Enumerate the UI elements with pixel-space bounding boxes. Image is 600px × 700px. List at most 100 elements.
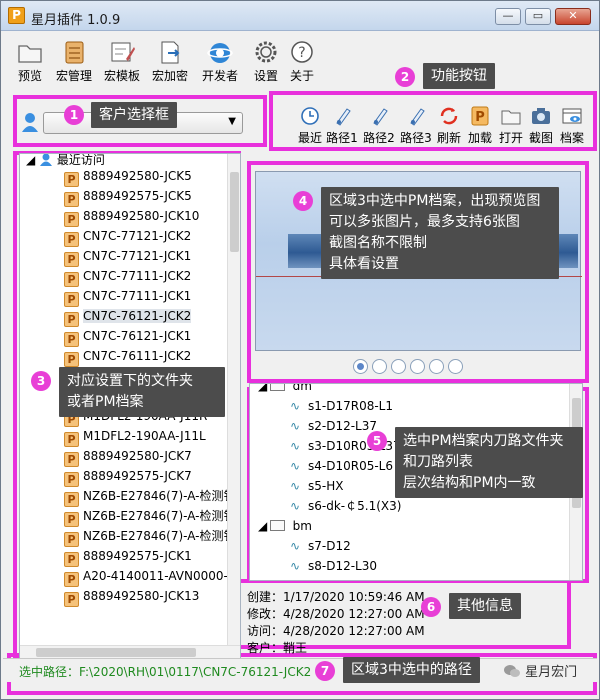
toolpath-item[interactable]: ∿ s8-D12-L30 <box>290 556 377 576</box>
folder-icon <box>269 520 285 531</box>
tree-item-label: 8889492575-JCK5 <box>83 189 192 203</box>
toolpath-label: s1-D17R08-L1 <box>308 399 393 413</box>
pager-dot[interactable] <box>391 359 406 374</box>
toolpath-icon: ∿ <box>290 499 301 513</box>
recent-button[interactable]: 最近 <box>292 105 328 146</box>
tree-item-label: 8889492580-JCK5 <box>83 169 192 183</box>
pm-file-icon: P <box>64 232 79 247</box>
file-info: 创建：1/17/2020 10:59:46 AM 修改：4/28/2020 12… <box>247 589 425 657</box>
path2-button[interactable]: 路径2 <box>361 105 397 146</box>
tree-item-label: CN7C-76121-JCK1 <box>83 329 192 343</box>
callout-line: 对应设置下的文件夹 <box>67 373 193 389</box>
tree-item[interactable]: P 8889492575-JCK7 <box>64 466 192 487</box>
tree-item[interactable]: P 8889492580-JCK7 <box>64 446 192 467</box>
expand-triangle-icon: ◢ <box>258 519 268 533</box>
selected-path: 选中路径：F:\2020\RH\01\0117\CN7C-76121-JCK2 <box>19 665 312 679</box>
pm-file-icon: P <box>64 332 79 347</box>
macro-encrypt-icon <box>156 39 184 65</box>
macro-manager-button[interactable]: 宏管理 <box>51 37 97 84</box>
tree-item[interactable]: P CN7C-76121-JCK1 <box>64 326 192 347</box>
toolpath-item[interactable]: ∿ s2-D12-L37 <box>290 416 377 436</box>
toolpath-label: s5-HX <box>308 479 344 493</box>
toolpath-item[interactable]: ∿ s7-D12 <box>290 536 351 556</box>
macro-template-icon <box>108 39 136 65</box>
maximize-button[interactable]: ▭ <box>525 8 551 25</box>
archive-button[interactable]: 档案 <box>554 105 590 146</box>
tree-item[interactable]: P CN7C-77111-JCK2 <box>64 266 192 287</box>
path3-button[interactable]: 路径3 <box>398 105 434 146</box>
tree-item[interactable]: P CN7C-76111-JCK2 <box>64 346 191 367</box>
toolpath-folder-label: dm <box>292 383 312 393</box>
pm-file-icon: P <box>64 352 79 367</box>
minimize-button[interactable]: — <box>495 8 521 25</box>
toolpath-item[interactable]: ∿ s5-HX <box>290 476 343 496</box>
tree-item[interactable]: P 8889492580-JCK13 <box>64 586 199 607</box>
toolpath-item[interactable]: ∿ s4-D10R05-L6 <box>290 456 393 476</box>
pm-file-icon: P <box>64 172 79 187</box>
preview-button[interactable]: 预览 <box>7 37 53 84</box>
tree-horizontal-scrollbar[interactable] <box>20 645 240 658</box>
path1-button[interactable]: 路径1 <box>324 105 360 146</box>
toolpath-item[interactable]: ∿ s1-D17R08-L1 <box>290 396 393 416</box>
developer-button[interactable]: 开发者 <box>197 37 243 84</box>
toolpath-item[interactable]: ∿ s6-dk-￠5.1(X3) <box>290 496 401 516</box>
scroll-thumb[interactable] <box>230 172 239 252</box>
toolpath-label: s4-D10R05-L6 <box>308 459 393 473</box>
tree-item[interactable]: P CN7C-77121-JCK1 <box>64 246 191 267</box>
tree-item[interactable]: P 8889492580-JCK5 <box>64 166 192 187</box>
tree-item[interactable]: P A20-4140011-AVN0000- <box>64 566 228 587</box>
pm-file-icon: P <box>64 472 79 487</box>
tree-item[interactable]: P NZ6B-E27846(7)-A-检测钅 <box>64 486 236 507</box>
tree-item[interactable]: P NZ6B-E27846(7)-A-检测钅 <box>64 506 236 527</box>
tree-item-label: CN7C-77111-JCK2 <box>83 269 192 283</box>
toolpath-folder[interactable]: ◢ dm <box>258 383 312 396</box>
tree-item[interactable]: P CN7C-77121-JCK2 <box>64 226 191 247</box>
tree-vertical-scrollbar[interactable] <box>227 154 240 646</box>
info-modified: 修改：4/28/2020 12:27:00 AM <box>247 607 425 621</box>
info-created: 创建：1/17/2020 10:59:46 AM <box>247 590 425 604</box>
pager-dot[interactable] <box>429 359 444 374</box>
toolpath-label: s8-D12-L30 <box>308 559 378 573</box>
app-logo-icon: P <box>8 7 25 24</box>
callout-number: 5 <box>367 431 387 451</box>
pm-file-icon: P <box>64 272 79 287</box>
toolpath-icon: ∿ <box>290 399 301 413</box>
macro-encrypt-button[interactable]: 宏加密 <box>147 37 193 84</box>
tree-item[interactable]: P 8889492580-JCK10 <box>64 206 199 227</box>
watermark-text: 星月宏门 <box>525 665 578 680</box>
toolbar-label: 开发者 <box>201 69 238 83</box>
toolpath-label: s2-D12-L37 <box>308 419 378 433</box>
callout-line: 和刀路列表 <box>403 454 473 470</box>
toolpath-folder[interactable]: ◢ bm <box>258 516 312 536</box>
scroll-thumb[interactable] <box>36 648 196 657</box>
tree-item-label: 8889492575-JCK7 <box>83 469 192 483</box>
about-button[interactable]: ? 关于 <box>279 37 325 84</box>
pm-file-icon: P <box>64 492 79 507</box>
folder-open-icon <box>500 105 522 127</box>
tree-item[interactable]: P 8889492575-JCK1 <box>64 546 192 567</box>
chevron-down-icon: ▼ <box>228 116 236 127</box>
pager-dot[interactable] <box>353 359 368 374</box>
svg-text:?: ? <box>298 45 305 61</box>
pm-file-icon: P <box>64 532 79 547</box>
pager-dot[interactable] <box>372 359 387 374</box>
rtb-label: 路径3 <box>400 131 432 145</box>
callout-number: 7 <box>315 661 335 681</box>
path-icon <box>331 105 353 127</box>
tree-item[interactable]: P M1DFL2-190AA-J11L <box>64 426 206 447</box>
tree-item[interactable]: P CN7C-77111-JCK1 <box>64 286 191 307</box>
tree-item[interactable]: P NZ6B-E27846(7)-A-检测钅 <box>64 526 236 547</box>
wechat-icon <box>503 664 521 678</box>
close-button[interactable]: ✕ <box>555 8 591 25</box>
developer-icon <box>206 39 234 65</box>
tree-item[interactable]: P 8889492575-JCK5 <box>64 186 192 207</box>
toolbar-label: 宏模板 <box>103 69 140 83</box>
pager-dot[interactable] <box>448 359 463 374</box>
macro-template-button[interactable]: 宏模板 <box>99 37 145 84</box>
tree-item[interactable]: P CN7C-76121-JCK2 <box>64 306 192 327</box>
pm-file-icon: P <box>64 452 79 467</box>
toolpath-icon: ∿ <box>290 459 301 473</box>
pager-dot[interactable] <box>410 359 425 374</box>
callout-line: 或者PM档案 <box>67 394 144 410</box>
toolpath-icon: ∿ <box>290 539 301 553</box>
